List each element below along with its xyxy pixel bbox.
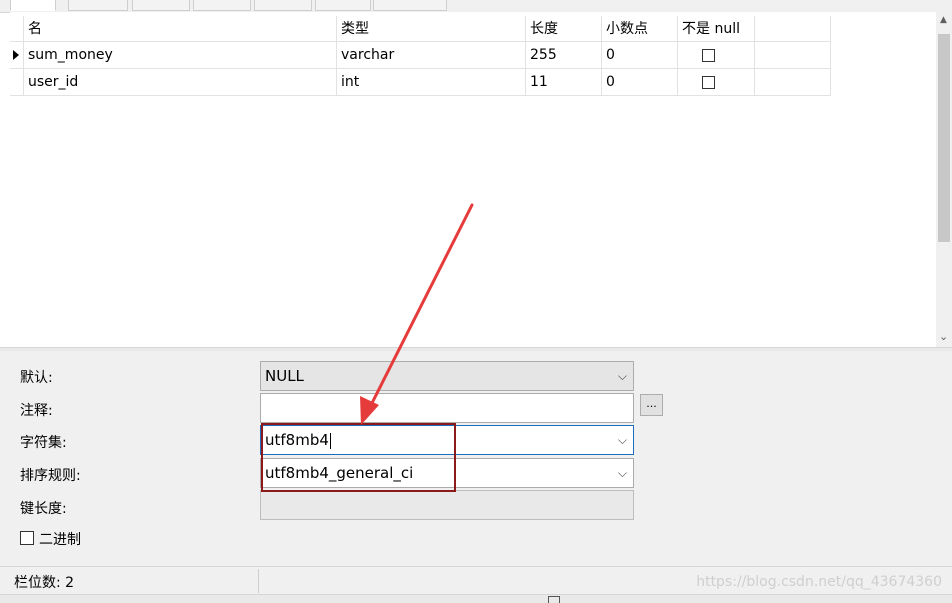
row-indicator xyxy=(10,69,24,96)
tab-triggers[interactable] xyxy=(193,0,251,11)
scroll-up-icon[interactable]: ▲ xyxy=(940,16,948,25)
row-pointer-icon xyxy=(10,42,24,69)
tab-comment[interactable] xyxy=(315,0,371,11)
cell-decimal[interactable]: 0 xyxy=(602,42,678,69)
default-select[interactable]: NULL ⌵ xyxy=(260,361,634,391)
tab-indexes[interactable] xyxy=(68,0,128,11)
cell-type[interactable]: int xyxy=(337,69,526,96)
header-type[interactable]: 类型 xyxy=(337,16,526,42)
tab-sql-preview[interactable] xyxy=(373,0,447,11)
header-extra xyxy=(755,16,831,42)
watermark: https://blog.csdn.net/qq_43674360 xyxy=(696,574,942,590)
not-null-checkbox[interactable] xyxy=(702,75,715,89)
header-not-null[interactable]: 不是 null xyxy=(678,16,755,42)
header-decimal[interactable]: 小数点 xyxy=(602,16,678,42)
chevron-down-icon: ⌵ xyxy=(617,369,627,383)
cell-type[interactable]: varchar xyxy=(337,42,526,69)
cell-name[interactable]: user_id xyxy=(24,69,337,96)
field-count: 栏位数: 2 xyxy=(14,575,75,591)
tab-foreign-keys[interactable] xyxy=(132,0,190,11)
collation-label: 排序规则: xyxy=(20,468,81,484)
charset-value: utf8mb4 xyxy=(265,431,329,449)
cell-length[interactable]: 255 xyxy=(526,42,602,69)
binary-checkbox[interactable] xyxy=(20,531,34,545)
cell-name[interactable]: sum_money xyxy=(24,42,337,69)
comment-label: 注释: xyxy=(20,403,53,419)
key-length-label: 键长度: xyxy=(20,501,67,517)
cell-not-null xyxy=(678,69,755,96)
scroll-thumb[interactable] xyxy=(938,34,950,242)
chevron-down-icon: ⌵ xyxy=(617,466,627,480)
status-separator xyxy=(258,569,259,593)
collation-value: utf8mb4_general_ci xyxy=(265,464,414,482)
chevron-down-icon: ⌵ xyxy=(617,433,627,447)
cell-extra xyxy=(755,42,831,69)
table-row[interactable]: user_id int 11 0 xyxy=(10,69,831,96)
not-null-checkbox[interactable] xyxy=(702,48,715,62)
cell-length[interactable]: 11 xyxy=(526,69,602,96)
header-indicator xyxy=(10,16,24,42)
cell-decimal[interactable]: 0 xyxy=(602,69,678,96)
field-properties-panel: 默认: NULL ⌵ 注释: ... 字符集: utf8mb4 ⌵ 排序规则: … xyxy=(0,351,952,566)
tab-fields[interactable] xyxy=(10,0,56,11)
key-length-input xyxy=(260,490,634,520)
header-name[interactable]: 名 xyxy=(24,16,337,42)
scroll-down-icon[interactable]: ⌄ xyxy=(939,330,948,343)
status-bar: 栏位数: 2 https://blog.csdn.net/qq_43674360 xyxy=(0,566,952,595)
header-length[interactable]: 长度 xyxy=(526,16,602,42)
vertical-scrollbar[interactable]: ▲ ⌄ xyxy=(936,12,952,347)
comment-ellipsis-button[interactable]: ... xyxy=(640,394,663,416)
table-row[interactable]: sum_money varchar 255 0 xyxy=(10,42,831,69)
fields-grid: 名 类型 长度 小数点 不是 null sum_money varchar 25… xyxy=(10,12,936,347)
tab-options[interactable] xyxy=(254,0,312,11)
comment-input[interactable] xyxy=(260,393,634,423)
cell-not-null xyxy=(678,42,755,69)
cell-extra xyxy=(755,69,831,96)
binary-label: 二进制 xyxy=(39,532,81,548)
charset-select[interactable]: utf8mb4 ⌵ xyxy=(260,425,634,455)
collation-select[interactable]: utf8mb4_general_ci ⌵ xyxy=(260,458,634,488)
default-label: 默认: xyxy=(20,370,53,386)
text-caret xyxy=(329,432,331,449)
charset-label: 字符集: xyxy=(20,435,67,451)
grid-header: 名 类型 长度 小数点 不是 null xyxy=(10,16,831,42)
default-value: NULL xyxy=(265,367,304,385)
